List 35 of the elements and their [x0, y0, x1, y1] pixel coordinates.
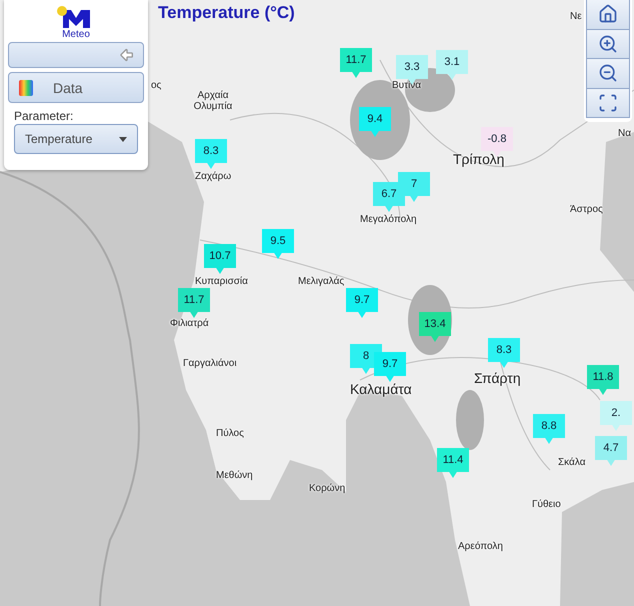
home-icon — [598, 4, 618, 24]
zoom-in-button[interactable] — [586, 30, 630, 59]
place-label: Γαργαλιάνοι — [183, 358, 237, 369]
place-label: ος — [151, 80, 162, 91]
place-label: Σπάρτη — [474, 370, 521, 386]
caret-icon — [119, 136, 127, 142]
parameter-select[interactable]: Temperature — [14, 124, 138, 154]
arrow-left-icon — [119, 47, 135, 63]
place-label: Κυπαρισσία — [195, 276, 248, 287]
frame-icon — [598, 92, 618, 113]
place-label: Ζαχάρω — [195, 171, 232, 182]
home-button[interactable] — [586, 0, 630, 30]
color-scale-icon — [19, 80, 33, 96]
place-label: Καλαμάτα — [350, 381, 412, 397]
zoom-out-button[interactable] — [586, 59, 630, 88]
place-label: Φιλιατρά — [170, 318, 209, 329]
place-label: Νε — [570, 11, 582, 22]
place-label: Αρεόπολη — [458, 541, 503, 552]
zoom-out-icon — [598, 63, 618, 84]
parameter-label: Parameter: — [14, 109, 74, 123]
place-label: Να — [618, 128, 632, 139]
place-label: Αρχαία Ολυμπία — [192, 90, 234, 112]
place-label: Σκάλα — [558, 457, 586, 468]
place-label: Μελιγαλάς — [298, 276, 344, 287]
place-label: Άστρος — [570, 204, 603, 215]
place-label: Μεθώνη — [216, 470, 253, 481]
place-label: Μεγαλόπολη — [360, 214, 417, 225]
frame-button[interactable] — [586, 88, 630, 118]
place-label: Πύλος — [216, 428, 244, 439]
place-label: Κορώνη — [309, 483, 346, 494]
data-button[interactable]: Data — [8, 72, 144, 103]
logo-text: Meteo — [62, 30, 90, 40]
zoom-in-icon — [598, 34, 618, 54]
place-label: Γύθειο — [532, 499, 561, 510]
map-title: Temperature (°C) — [158, 3, 295, 23]
